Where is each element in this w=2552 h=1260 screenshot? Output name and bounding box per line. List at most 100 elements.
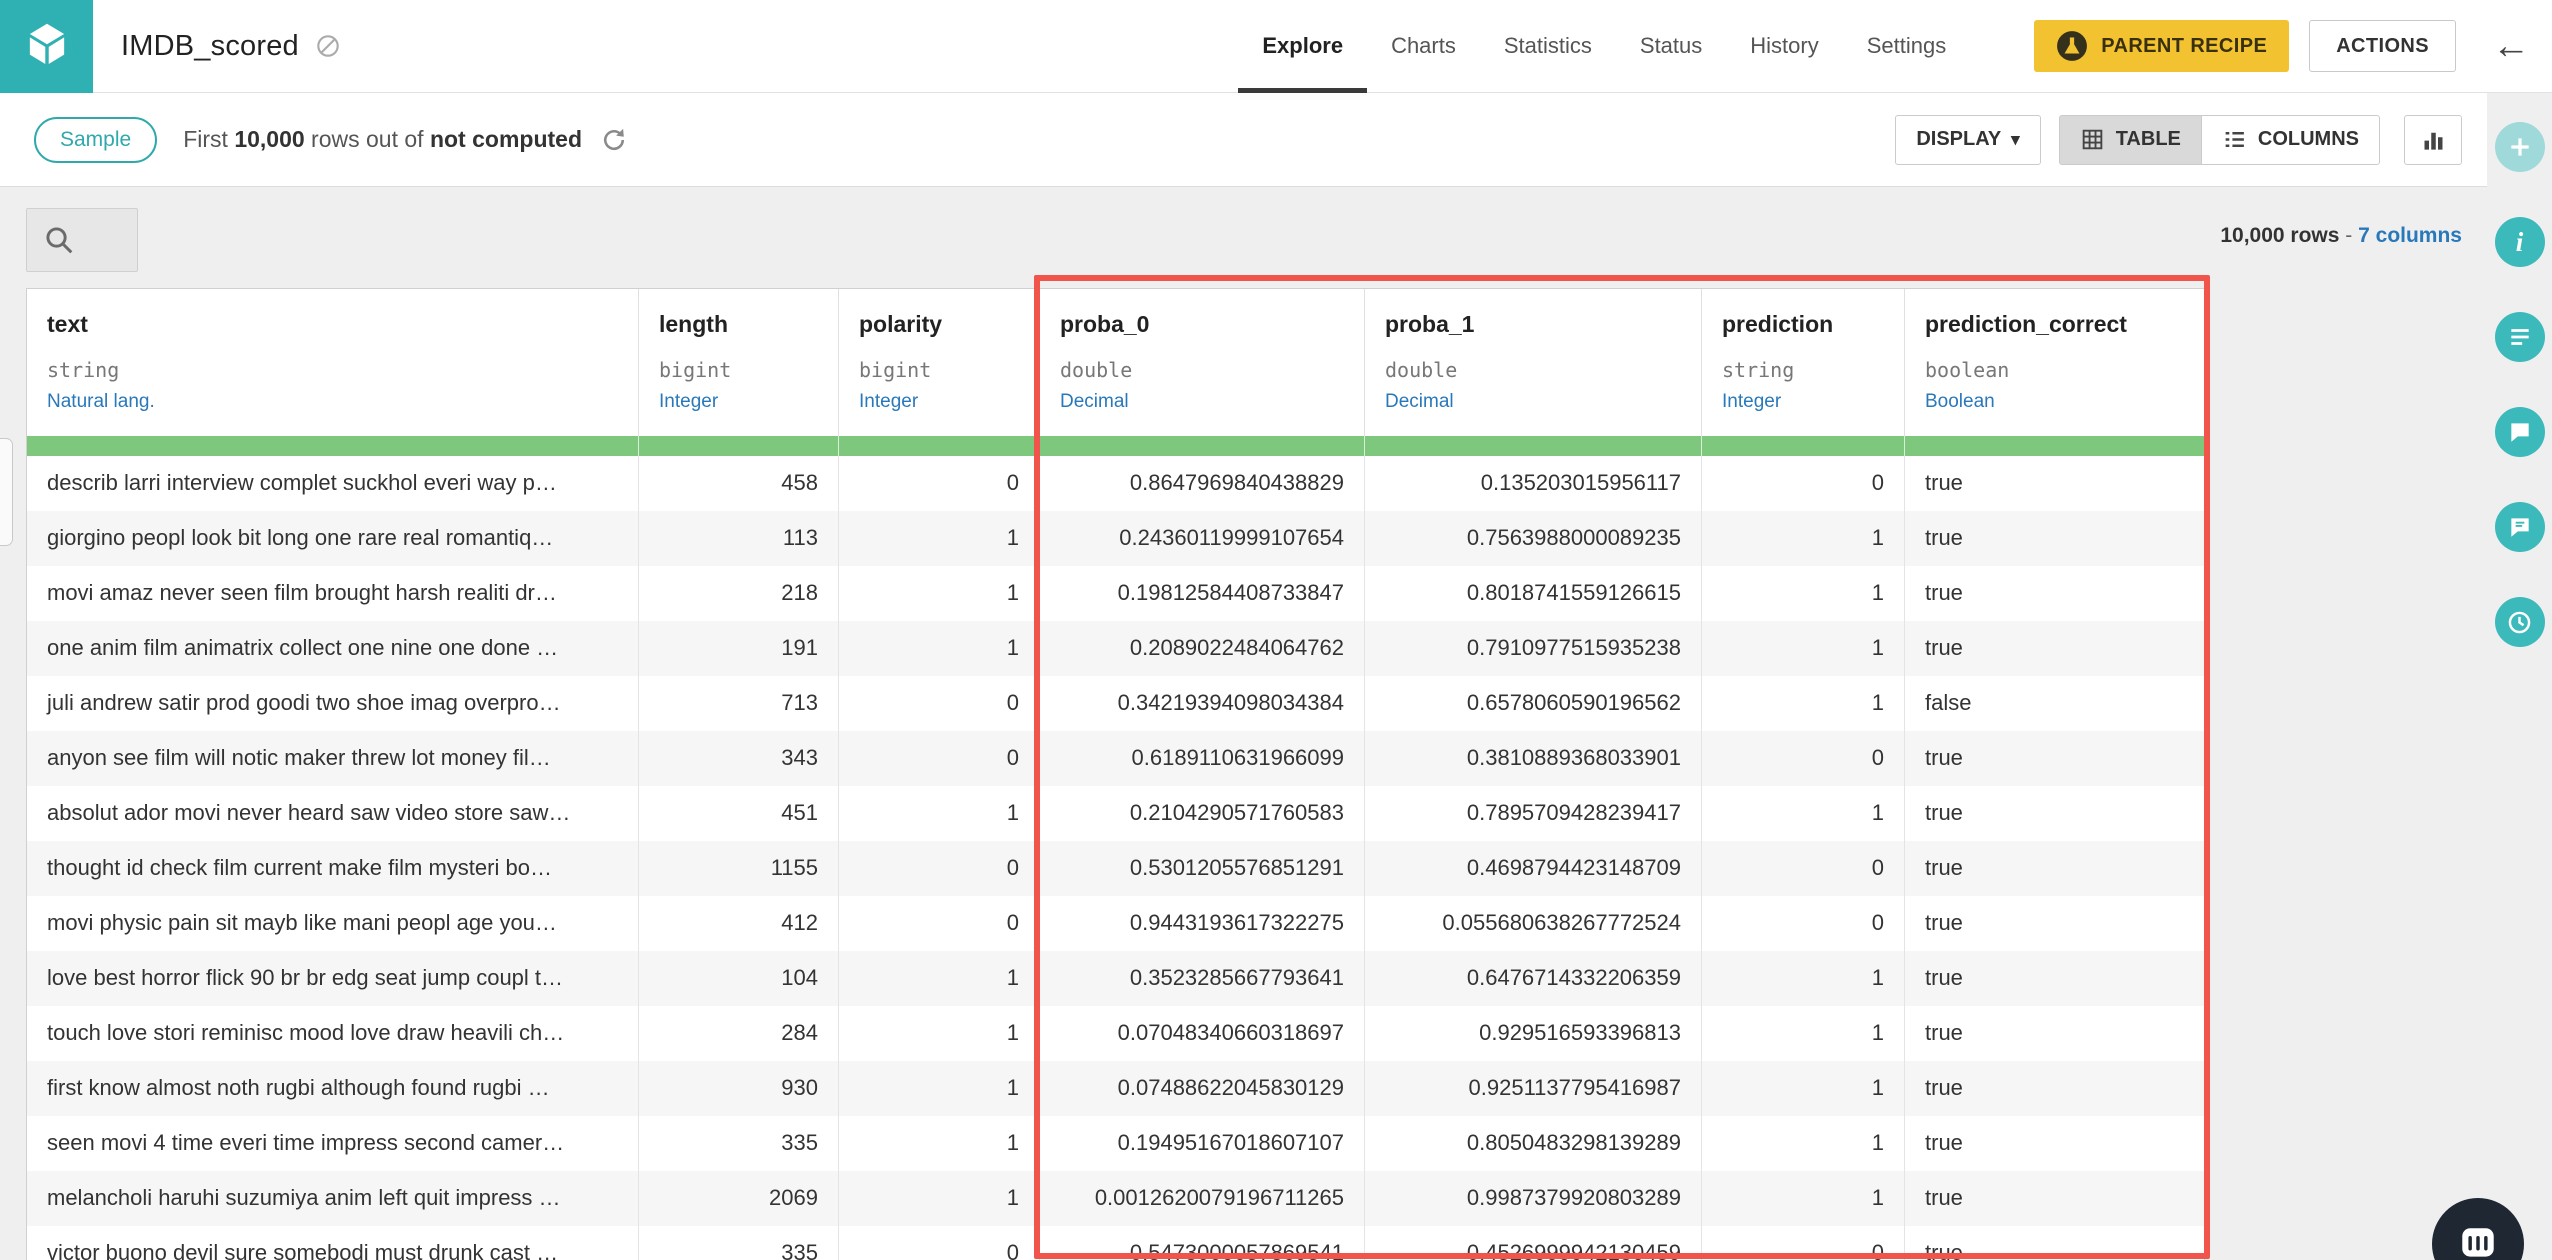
column-meaning-link[interactable]: Decimal — [1060, 391, 1344, 413]
cell-proba_0[interactable]: 0.2089022484064762 — [1040, 621, 1365, 676]
cell-prediction_correct[interactable]: true — [1905, 1171, 2206, 1226]
cell-length[interactable]: 412 — [639, 896, 839, 951]
refresh-sample-icon[interactable] — [600, 126, 628, 154]
cell-proba_1[interactable]: 0.7563988000089235 — [1365, 511, 1702, 566]
cell-length[interactable]: 218 — [639, 566, 839, 621]
cell-prediction[interactable]: 1 — [1702, 566, 1905, 621]
table-view-button[interactable]: TABLE — [2058, 114, 2201, 165]
display-dropdown-button[interactable]: DISPLAY ▾ — [1895, 114, 2041, 165]
column-meaning-link[interactable]: Natural lang. — [47, 391, 618, 413]
column-header-polarity[interactable]: polarity bigint Integer — [839, 289, 1040, 436]
details-panel-button[interactable] — [2494, 312, 2545, 362]
column-meaning-link[interactable]: Boolean — [1925, 391, 2186, 413]
cell-prediction[interactable]: 1 — [1702, 1116, 1905, 1171]
cell-length[interactable]: 1155 — [639, 841, 839, 896]
cell-proba_0[interactable]: 0.8647969840438829 — [1040, 456, 1365, 511]
collapse-panel-arrow-icon[interactable]: ← — [2492, 27, 2530, 65]
cell-text[interactable]: anyon see film will notic maker threw lo… — [27, 731, 639, 786]
cell-prediction_correct[interactable]: true — [1905, 951, 2206, 1006]
cell-prediction[interactable]: 0 — [1702, 1226, 1905, 1260]
column-header-prediction_correct[interactable]: prediction_correct boolean Boolean — [1905, 289, 2206, 436]
cell-polarity[interactable]: 1 — [839, 1171, 1040, 1226]
cell-prediction_correct[interactable]: true — [1905, 456, 2206, 511]
actions-button[interactable]: ACTIONS — [2309, 20, 2456, 72]
cell-proba_0[interactable]: 0.19495167018607107 — [1040, 1116, 1365, 1171]
cell-text[interactable]: love best horror flick 90 br br edg seat… — [27, 951, 639, 1006]
cell-prediction[interactable]: 1 — [1702, 676, 1905, 731]
cell-prediction[interactable]: 0 — [1702, 456, 1905, 511]
cell-proba_1[interactable]: 0.6578060590196562 — [1365, 676, 1702, 731]
column-header-proba_1[interactable]: proba_1 double Decimal — [1365, 289, 1702, 436]
cell-text[interactable]: thought id check film current make film … — [27, 841, 639, 896]
cell-length[interactable]: 713 — [639, 676, 839, 731]
cell-text[interactable]: touch love stori reminisc mood love draw… — [27, 1006, 639, 1061]
cell-proba_1[interactable]: 0.135203015956117 — [1365, 456, 1702, 511]
cell-polarity[interactable]: 1 — [839, 951, 1040, 1006]
cell-polarity[interactable]: 0 — [839, 731, 1040, 786]
discussions-panel-button[interactable] — [2494, 502, 2545, 552]
cell-proba_1[interactable]: 0.8018741559126615 — [1365, 566, 1702, 621]
cell-text[interactable]: melancholi haruhi suzumiya anim left qui… — [27, 1171, 639, 1226]
parent-recipe-button[interactable]: PARENT RECIPE — [2034, 20, 2290, 72]
cell-polarity[interactable]: 1 — [839, 1006, 1040, 1061]
column-meaning-link[interactable]: Integer — [659, 391, 818, 413]
cell-length[interactable]: 113 — [639, 511, 839, 566]
cell-text[interactable]: one anim film animatrix collect one nine… — [27, 621, 639, 676]
tab-explore[interactable]: Explore — [1238, 0, 1368, 93]
cell-length[interactable]: 343 — [639, 731, 839, 786]
column-header-proba_0[interactable]: proba_0 double Decimal — [1040, 289, 1365, 436]
cell-length[interactable]: 2069 — [639, 1171, 839, 1226]
cell-polarity[interactable]: 0 — [839, 841, 1040, 896]
cell-proba_1[interactable]: 0.3810889368033901 — [1365, 731, 1702, 786]
add-panel-button[interactable] — [2494, 122, 2545, 172]
cell-prediction_correct[interactable]: false — [1905, 676, 2206, 731]
cell-prediction[interactable]: 1 — [1702, 1061, 1905, 1116]
columns-view-button[interactable]: COLUMNS — [2200, 114, 2380, 165]
cell-polarity[interactable]: 1 — [839, 1061, 1040, 1116]
cell-length[interactable]: 284 — [639, 1006, 839, 1061]
cell-prediction[interactable]: 0 — [1702, 731, 1905, 786]
cell-proba_0[interactable]: 0.07048340660318697 — [1040, 1006, 1365, 1061]
info-panel-button[interactable]: i — [2494, 217, 2545, 267]
cell-text[interactable]: juli andrew satir prod goodi two shoe im… — [27, 676, 639, 731]
cell-polarity[interactable]: 1 — [839, 566, 1040, 621]
cell-prediction_correct[interactable]: true — [1905, 1226, 2206, 1260]
cell-length[interactable]: 930 — [639, 1061, 839, 1116]
cell-proba_1[interactable]: 0.055680638267772524 — [1365, 896, 1702, 951]
cell-prediction_correct[interactable]: true — [1905, 511, 2206, 566]
cell-prediction[interactable]: 1 — [1702, 511, 1905, 566]
history-panel-button[interactable] — [2494, 597, 2545, 647]
column-header-prediction[interactable]: prediction string Integer — [1702, 289, 1905, 436]
cell-proba_0[interactable]: 0.3523285667793641 — [1040, 951, 1365, 1006]
cell-prediction_correct[interactable]: true — [1905, 1061, 2206, 1116]
cell-proba_1[interactable]: 0.6476714332206359 — [1365, 951, 1702, 1006]
cell-proba_1[interactable]: 0.929516593396813 — [1365, 1006, 1702, 1061]
tab-status[interactable]: Status — [1616, 0, 1726, 93]
cell-polarity[interactable]: 0 — [839, 456, 1040, 511]
cell-text[interactable]: giorgino peopl look bit long one rare re… — [27, 511, 639, 566]
cell-prediction_correct[interactable]: true — [1905, 896, 2206, 951]
cell-text[interactable]: describ larri interview complet suckhol … — [27, 456, 639, 511]
cell-proba_1[interactable]: 0.7910977515935238 — [1365, 621, 1702, 676]
cell-prediction_correct[interactable]: true — [1905, 621, 2206, 676]
column-header-length[interactable]: length bigint Integer — [639, 289, 839, 436]
cell-prediction_correct[interactable]: true — [1905, 566, 2206, 621]
cell-proba_0[interactable]: 0.5301205576851291 — [1040, 841, 1365, 896]
cell-length[interactable]: 458 — [639, 456, 839, 511]
cell-length[interactable]: 335 — [639, 1226, 839, 1260]
cell-prediction_correct[interactable]: true — [1905, 1006, 2206, 1061]
cell-proba_0[interactable]: 0.07488622045830129 — [1040, 1061, 1365, 1116]
cell-length[interactable]: 191 — [639, 621, 839, 676]
cell-polarity[interactable]: 0 — [839, 896, 1040, 951]
cell-prediction_correct[interactable]: true — [1905, 841, 2206, 896]
cell-prediction[interactable]: 0 — [1702, 841, 1905, 896]
cell-text[interactable]: movi amaz never seen film brought harsh … — [27, 566, 639, 621]
cell-text[interactable]: movi physic pain sit mayb like mani peop… — [27, 896, 639, 951]
column-meaning-link[interactable]: Integer — [859, 391, 1019, 413]
dataiku-logo[interactable] — [0, 0, 93, 93]
cell-prediction[interactable]: 1 — [1702, 951, 1905, 1006]
cell-proba_1[interactable]: 0.9987379920803289 — [1365, 1171, 1702, 1226]
column-meaning-link[interactable]: Integer — [1722, 391, 1884, 413]
tab-charts[interactable]: Charts — [1367, 0, 1480, 93]
cell-proba_0[interactable]: 0.19812584408733847 — [1040, 566, 1365, 621]
